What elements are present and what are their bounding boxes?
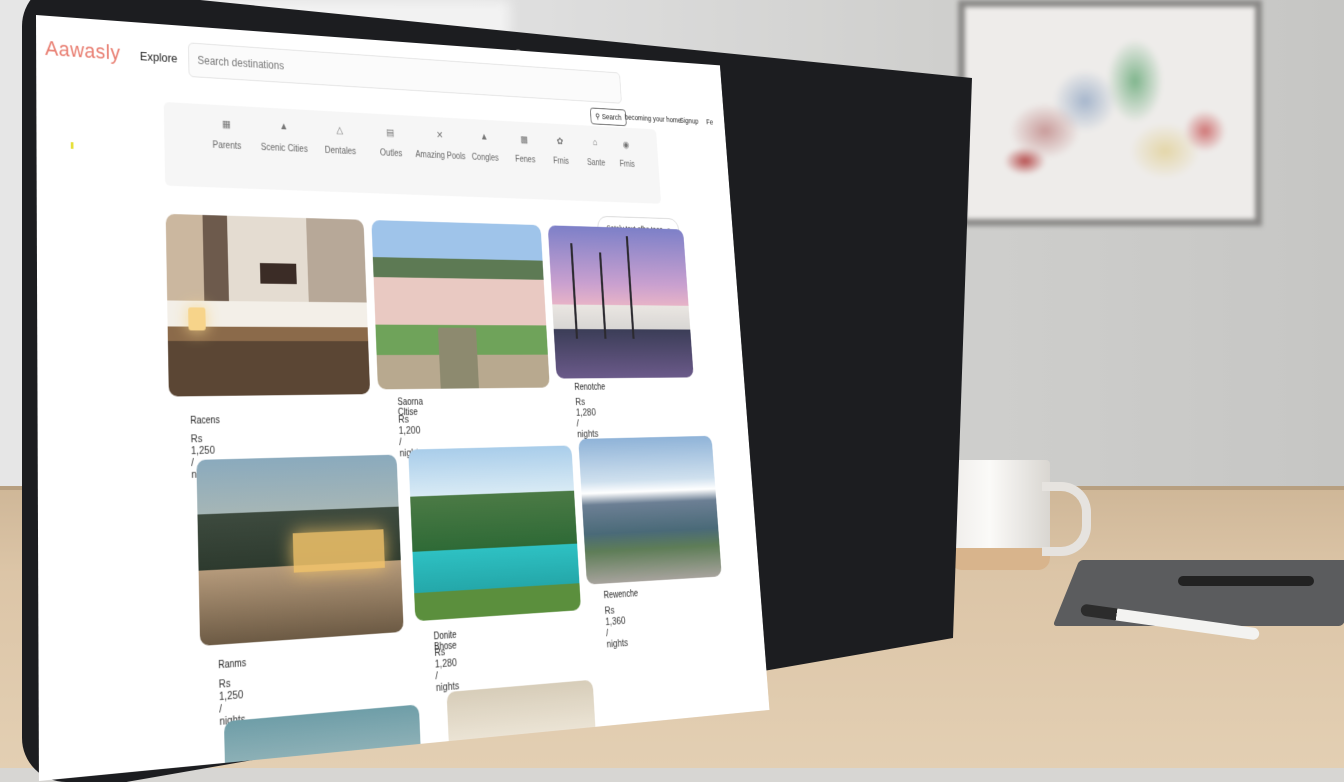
lamp bbox=[188, 307, 206, 330]
palm-tree bbox=[570, 243, 578, 339]
brand-logo[interactable]: Aawasly bbox=[45, 36, 120, 65]
listing-price: Rs 1,280 / nights bbox=[434, 646, 460, 695]
listing-photo[interactable] bbox=[166, 214, 370, 397]
listing-photo[interactable] bbox=[578, 436, 722, 585]
tent-icon: △ bbox=[336, 124, 344, 136]
screen-holder: Aawasly Explore ⚲ Search becoming your h… bbox=[0, 0, 1344, 768]
listing-photo[interactable] bbox=[447, 680, 596, 751]
search-button[interactable]: ⚲ Search bbox=[590, 108, 627, 127]
category-item[interactable]: ▲ Scenic Cities bbox=[256, 120, 312, 156]
search-button-label: Search bbox=[601, 112, 622, 122]
listing-photo[interactable] bbox=[196, 455, 403, 646]
bed-icon: ▤ bbox=[386, 127, 395, 139]
tablet: Aawasly Explore ⚲ Search becoming your h… bbox=[0, 0, 1344, 782]
listing-name: Rewenche bbox=[603, 588, 639, 602]
palm-tree bbox=[599, 252, 607, 338]
listing-photo[interactable] bbox=[548, 225, 694, 378]
extra-link[interactable]: Fe bbox=[706, 118, 713, 126]
category-item[interactable]: ▤ Outles bbox=[364, 125, 418, 160]
category-item[interactable]: △ Dentales bbox=[313, 123, 368, 159]
grid-icon: ▦ bbox=[221, 118, 231, 131]
nav-explore-link[interactable]: Explore bbox=[140, 49, 178, 65]
mountain-icon: ▲ bbox=[279, 120, 289, 133]
listing-name: Ranms bbox=[218, 658, 247, 672]
lodge-lights bbox=[293, 529, 385, 572]
signup-link[interactable]: Signup bbox=[680, 116, 699, 125]
category-bar: ▦ Parents ▲ Scenic Cities △ Dentales ▤ O… bbox=[164, 102, 661, 204]
search-bar[interactable] bbox=[188, 42, 622, 103]
listing-name: Racens bbox=[190, 415, 220, 427]
search-input[interactable] bbox=[189, 43, 621, 102]
tablet-screen: Aawasly Explore ⚲ Search becoming your h… bbox=[36, 15, 770, 781]
listing-price: Rs 1,360 / nights bbox=[604, 605, 629, 651]
palm-tree bbox=[626, 236, 635, 339]
search-icon: ⚲ bbox=[595, 111, 601, 121]
listing-name: Renotche bbox=[574, 382, 606, 393]
wall-tv bbox=[260, 263, 297, 284]
listing-photo[interactable] bbox=[224, 704, 421, 781]
close-icon: ✕ bbox=[436, 130, 444, 141]
listing-photo[interactable] bbox=[408, 445, 581, 621]
top-bar: Aawasly Explore bbox=[36, 15, 724, 121]
cursor-marker bbox=[71, 142, 74, 149]
category-item[interactable]: ▦ Parents bbox=[198, 117, 255, 154]
reflecting-pool bbox=[438, 328, 479, 390]
lock-icon: ◉ bbox=[622, 139, 630, 151]
listing-price: Rs 1,280 / nights bbox=[575, 396, 599, 440]
listing-photo[interactable] bbox=[371, 220, 549, 389]
category-item[interactable]: ◉ Frnis bbox=[602, 138, 651, 171]
